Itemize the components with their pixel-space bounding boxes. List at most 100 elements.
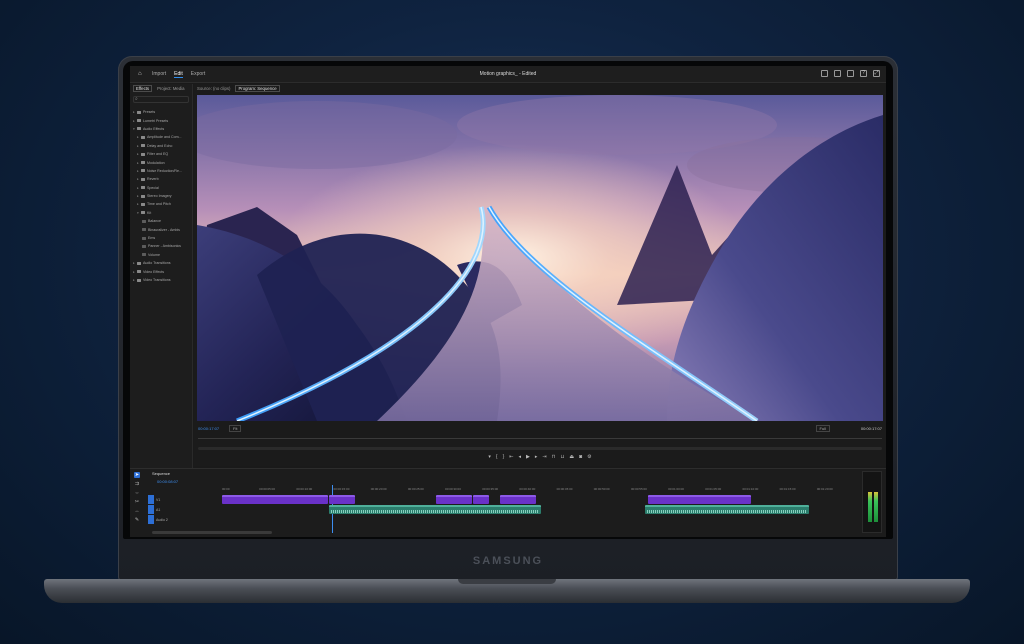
menu-import[interactable]: Import: [152, 71, 166, 77]
effects-tree-item[interactable]: ▸ Reverb: [133, 175, 191, 183]
menu-export[interactable]: Export: [191, 71, 205, 77]
effects-panel-tabs: Effects Project: Media: [130, 84, 185, 93]
video-clip[interactable]: [329, 495, 355, 504]
monitor-tabs: Source: (no clips) Program: Sequence: [194, 84, 280, 93]
folder-icon: [141, 186, 145, 190]
effects-tree-label: Volume: [148, 252, 160, 257]
program-monitor: Source: (no clips) Program: Sequence 00:…: [194, 84, 886, 466]
effects-search-input[interactable]: ⌕: [133, 96, 189, 103]
step-back-icon[interactable]: ◂: [518, 454, 521, 460]
effects-tree-item[interactable]: ▸ Modulation: [133, 158, 191, 166]
effects-tree-item[interactable]: Panner - Ambisonics: [133, 242, 191, 250]
folder-icon: [137, 270, 141, 274]
audio-clip[interactable]: [645, 505, 809, 514]
effects-tree-item[interactable]: ▸ Stereo Imagery: [133, 192, 191, 200]
effects-tree-label: Balance: [148, 219, 161, 224]
fullscreen-icon[interactable]: ⤢: [873, 70, 880, 77]
effects-tree-item[interactable]: ▸ Filter and EQ: [133, 150, 191, 158]
pen-tool-icon[interactable]: ✎: [134, 517, 140, 523]
folder-icon: [137, 127, 141, 131]
timeline-timecode[interactable]: 00:00:08:07: [157, 479, 178, 484]
folder-icon: [141, 169, 145, 173]
laptop-notch: [458, 579, 556, 584]
lift-icon[interactable]: ⏏: [569, 454, 574, 460]
timeline-panel: ➤ ⇉ ⇔ ✂ ↔ ✎ Sequence 00:00:08:07 00:00 00…: [130, 468, 886, 537]
effects-tree-label: Noise Reduction/Re...: [147, 168, 182, 173]
razor-tool-icon[interactable]: ✂: [134, 499, 140, 505]
effects-tree-item[interactable]: Ems: [133, 234, 191, 242]
effects-tree-item[interactable]: ▾ Kit: [133, 209, 191, 217]
video-clip[interactable]: [222, 495, 328, 504]
effects-tree-item[interactable]: ▸ Amplitude and Com...: [133, 133, 191, 141]
ruler-tick-label: 00:00:55:00: [630, 487, 647, 491]
video-clip[interactable]: [473, 495, 489, 504]
tab-program-monitor[interactable]: Program: Sequence: [235, 85, 280, 92]
effects-tree-item[interactable]: ▸ Noise Reduction/Re...: [133, 167, 191, 175]
video-clip[interactable]: [436, 495, 472, 504]
track-audio-2: Audio 2: [148, 515, 854, 524]
add-marker-icon[interactable]: ▾: [488, 454, 491, 460]
home-icon[interactable]: ⌂: [138, 71, 144, 77]
tab-project-media[interactable]: Project: Media: [157, 86, 184, 91]
track-target[interactable]: [148, 505, 154, 514]
timeline-scrollbar[interactable]: [152, 531, 272, 534]
effects-tree-item[interactable]: Binauralizer - Ambis: [133, 225, 191, 233]
overwrite-icon[interactable]: ⊔: [560, 454, 564, 460]
track-header[interactable]: Audio 2: [148, 515, 220, 524]
app-window: ⌂ Import Edit Export Motion graphics_ - …: [130, 66, 886, 537]
selection-tool-icon[interactable]: ➤: [134, 472, 140, 478]
monitor-time-ruler[interactable]: [198, 438, 882, 443]
video-preview[interactable]: [197, 95, 883, 421]
tab-effects[interactable]: Effects: [133, 85, 153, 92]
ruler-tick-label: 00:00:05:00: [259, 487, 276, 491]
timeline-ruler[interactable]: 00:00 00:00:05:00 00:00:10:00 00:00:15:00 00…: [222, 487, 854, 493]
monitor-zoom-scrollbar[interactable]: [198, 447, 882, 450]
effects-tree-item[interactable]: ▸ Lumetri Presets: [133, 116, 191, 124]
audio-clip[interactable]: [329, 505, 541, 514]
mark-out-icon[interactable]: }: [503, 454, 505, 460]
playhead-timecode[interactable]: 00:00:17:07: [198, 426, 219, 431]
play-icon[interactable]: ▶: [526, 454, 530, 460]
menu-edit[interactable]: Edit: [174, 71, 183, 78]
zoom-fit-select[interactable]: Fit: [229, 425, 242, 432]
tab-sequence[interactable]: Sequence: [152, 471, 170, 476]
effects-tree-item[interactable]: ▾ Audio Effects: [133, 125, 191, 133]
insert-icon[interactable]: ⊓: [552, 454, 556, 460]
settings-icon[interactable]: ⚙: [587, 454, 591, 460]
playback-resolution-select[interactable]: Full: [815, 425, 830, 432]
effects-tree-item[interactable]: Balance: [133, 217, 191, 225]
monitor-controls: 00:00:17:07 Fit Full 00:00:17:07 ▾ { } ⇤…: [194, 424, 886, 464]
track-target[interactable]: [148, 495, 154, 504]
ruler-tick-label: 00:00:40:00: [519, 487, 536, 491]
help-icon[interactable]: ?: [860, 70, 867, 77]
slip-tool-icon[interactable]: ↔: [134, 508, 140, 514]
folder-icon: [141, 211, 145, 215]
effects-tree-item[interactable]: ▸ Presets: [133, 108, 191, 116]
effects-tree-item[interactable]: ▸ Audio Transitions: [133, 259, 191, 267]
ripple-edit-tool-icon[interactable]: ⇔: [134, 490, 140, 496]
export-frame-icon[interactable]: ◙: [579, 454, 582, 460]
tab-source-monitor[interactable]: Source: (no clips): [197, 86, 230, 91]
track-header[interactable]: A1: [148, 505, 220, 514]
effects-tree-item[interactable]: ▸ Delay and Echo: [133, 142, 191, 150]
ruler-tick-label: 00:00:35:00: [482, 487, 499, 491]
track-target[interactable]: [148, 515, 154, 524]
workspaces-icon[interactable]: [847, 70, 854, 77]
effects-tree-label: Audio Transitions: [143, 261, 171, 266]
video-clip[interactable]: [648, 495, 751, 504]
share-icon[interactable]: [834, 70, 841, 77]
mark-in-icon[interactable]: {: [496, 454, 498, 460]
go-to-in-icon[interactable]: ⇤: [509, 454, 513, 460]
quick-export-icon[interactable]: [821, 70, 828, 77]
effects-tree-item[interactable]: ▸ Time and Pitch: [133, 200, 191, 208]
effects-tree-item[interactable]: ▸ Video Effects: [133, 267, 191, 275]
track-header[interactable]: V1: [148, 495, 220, 504]
track-select-tool-icon[interactable]: ⇉: [134, 481, 140, 487]
video-clip[interactable]: [500, 495, 536, 504]
step-forward-icon[interactable]: ▸: [535, 454, 538, 460]
effects-tree-item[interactable]: Volume: [133, 251, 191, 259]
folder-icon: [141, 161, 145, 165]
effects-tree-item[interactable]: ▸ Video Transitions: [133, 276, 191, 284]
go-to-out-icon[interactable]: ⇥: [542, 454, 546, 460]
effects-tree-item[interactable]: ▸ Special: [133, 184, 191, 192]
